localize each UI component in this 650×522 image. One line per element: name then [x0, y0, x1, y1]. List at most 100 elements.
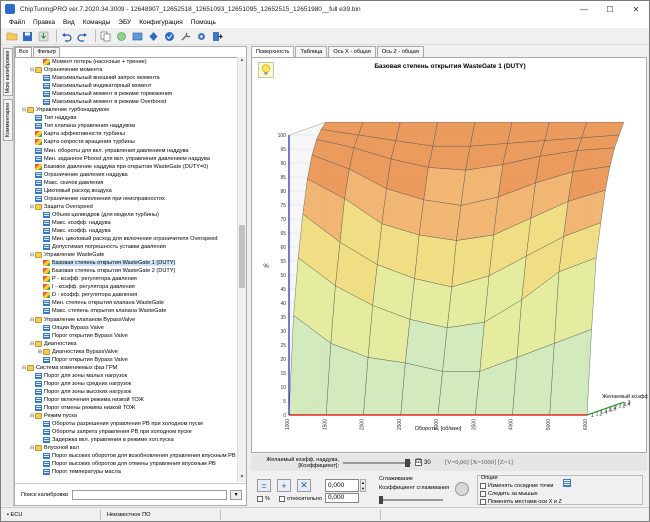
- tree-item[interactable]: Мин. заданное Pboost для вкл. управления…: [15, 155, 237, 163]
- apply-smoothing-button[interactable]: [455, 482, 469, 496]
- tree-item[interactable]: Тип наддува: [15, 114, 237, 122]
- tree-scrollbar[interactable]: ▲ ▼: [237, 57, 246, 482]
- compare-icon[interactable]: [115, 30, 128, 43]
- tree-item[interactable]: Максимальный момент в режиме Overboost: [15, 98, 237, 106]
- follow-mouse-checkbox[interactable]: [480, 491, 486, 497]
- smoothing-slider[interactable]: [379, 496, 443, 504]
- tree-item[interactable]: Макс. коэфф. наддува: [15, 219, 237, 227]
- tree-item[interactable]: D - коэфф. регулятора давления: [15, 291, 237, 299]
- tree-item[interactable]: Мин. обороты для вкл. управления давлени…: [15, 147, 237, 155]
- surface-chart[interactable]: Базовая степень открытия WasteGate 1 (DU…: [251, 57, 648, 454]
- tree-folder[interactable]: ⊟ Ограничение момента: [15, 66, 237, 74]
- tab-axis-z[interactable]: Ось Z - общая: [376, 46, 424, 57]
- copy-icon[interactable]: [99, 30, 112, 43]
- menu-view[interactable]: Вид: [59, 19, 79, 26]
- tree-item[interactable]: Задержка вкл. управления в режиме хол.пу…: [15, 436, 237, 444]
- menu-edit[interactable]: Правка: [29, 19, 59, 26]
- tree-item[interactable]: Базовое давление наддува при открытом Wa…: [15, 163, 237, 171]
- download-icon[interactable]: [37, 30, 50, 43]
- menu-commands[interactable]: Команды: [79, 19, 115, 26]
- tree-item[interactable]: Максимальный внешний запрос момента: [15, 74, 237, 82]
- menu-help[interactable]: Помощь: [187, 19, 220, 26]
- tree-folder[interactable]: ⊟ Диагностика: [15, 340, 237, 348]
- tree-item[interactable]: Тип клапана управления наддувом: [15, 122, 237, 130]
- tab-comments[interactable]: Комментарии: [3, 99, 13, 141]
- tree-folder[interactable]: ⊟ Управление клапаном BypassValve: [15, 316, 237, 324]
- tree-folder[interactable]: ⊟ Впускной вал: [15, 444, 237, 452]
- tree-item[interactable]: Карта эффективности турбины: [15, 130, 237, 138]
- tree-item[interactable]: Макс. степень открытия клапана WasteGate: [15, 307, 237, 315]
- tree-folder[interactable]: ⊟ Управление турбонаддувом: [15, 106, 237, 114]
- tree-item[interactable]: Момент потерь (насосные + трение): [15, 58, 237, 66]
- value-spinner[interactable]: ▲ ▼: [360, 479, 366, 492]
- tree-item[interactable]: Максимальный индикаторный момент: [15, 82, 237, 90]
- tree-folder[interactable]: ⊟ Режим пуска: [15, 412, 237, 420]
- scroll-up-icon[interactable]: ▲: [238, 57, 246, 65]
- tree-item[interactable]: Обороты запрета управления РВ при холодн…: [15, 428, 237, 436]
- edit-value-input[interactable]: 0,000: [325, 479, 359, 492]
- tree-item[interactable]: Ограничение давления наддува: [15, 171, 237, 179]
- tree-item[interactable]: Базовая степень открытия WasteGate 2 (DU…: [15, 267, 237, 275]
- tree-item[interactable]: Порог высоких оборотов для отмены управл…: [15, 460, 237, 468]
- tree-item[interactable]: Обороты разрешения управления РВ при хол…: [15, 420, 237, 428]
- checksum-icon[interactable]: [163, 30, 176, 43]
- tree-item[interactable]: Порог открытия Bypass Valve: [15, 332, 237, 340]
- tree-item[interactable]: Карта скорости вращения турбины: [15, 138, 237, 146]
- tab-all[interactable]: Все: [15, 47, 33, 57]
- tree-item[interactable]: Базовая степень открытия WasteGate 1 (DU…: [15, 259, 237, 267]
- tree-item[interactable]: Объем цилиндров (для модели турбины): [15, 211, 237, 219]
- tree-item[interactable]: Макс. коэфф. наддува: [15, 227, 237, 235]
- tree-item[interactable]: Порог для зоны средних нагрузок: [15, 380, 237, 388]
- tab-filter[interactable]: Фильтр: [33, 47, 60, 57]
- tab-axis-x[interactable]: Ось X - общая: [328, 46, 376, 57]
- tree-item[interactable]: Цикловый расход воздуха: [15, 187, 237, 195]
- exit-icon[interactable]: [211, 30, 224, 43]
- menu-file[interactable]: Файл: [5, 19, 29, 26]
- tree-item[interactable]: Допустимая погрешность уставки давления: [15, 243, 237, 251]
- ecu-icon[interactable]: [131, 30, 144, 43]
- search-dropdown-icon[interactable]: ▾: [230, 489, 243, 500]
- tree-item[interactable]: Максимальный момент в режиме торможения: [15, 90, 237, 98]
- minimize-button[interactable]: —: [571, 1, 597, 17]
- tree-folder[interactable]: ⊟ Защита Overspeed: [15, 203, 237, 211]
- scroll-thumb[interactable]: [239, 225, 245, 288]
- percent-checkbox[interactable]: [257, 496, 263, 502]
- tab-table[interactable]: Таблица: [295, 46, 328, 57]
- scroll-down-icon[interactable]: ▼: [238, 474, 246, 482]
- close-button[interactable]: ✕: [623, 1, 649, 17]
- tree-item[interactable]: Порог для зоны высоких нагрузок: [15, 388, 237, 396]
- open-file-icon[interactable]: [5, 30, 18, 43]
- relative-checkbox[interactable]: [279, 496, 285, 502]
- tree-item[interactable]: Порог отмены режима низкой ТОЖ: [15, 404, 237, 412]
- menu-ecu[interactable]: ЭБУ: [114, 19, 135, 26]
- redo-icon[interactable]: [76, 30, 89, 43]
- tree-item[interactable]: Макс. скачок давления: [15, 179, 237, 187]
- tree-item[interactable]: P - коэфф. регулятора давления: [15, 275, 237, 283]
- undo-icon[interactable]: [60, 30, 73, 43]
- tree-item[interactable]: Мин. степень открытия клапана WasteGate: [15, 299, 237, 307]
- adjacent-points-checkbox[interactable]: [480, 483, 486, 489]
- tree-folder[interactable]: ⊞ Диагностика BypassValve: [15, 348, 237, 356]
- smoothing-knob[interactable]: [379, 496, 383, 504]
- tab-my-calibrations[interactable]: Мою калибровки: [3, 48, 13, 96]
- swap-axes-checkbox[interactable]: [480, 499, 486, 505]
- tree-item[interactable]: I - коэфф. регулятора давления: [15, 283, 237, 291]
- surface-plot[interactable]: 0 5 10 15 20 25 30 35 40 45 50 55 60 65 70 75 80 85 90 95 10…: [252, 58, 648, 454]
- tree-item[interactable]: Порог открытия Bypass Valve: [15, 356, 237, 364]
- navigate-icon[interactable]: [147, 30, 160, 43]
- settings-icon[interactable]: [195, 30, 208, 43]
- maximize-button[interactable]: ☐: [597, 1, 623, 17]
- tree-item[interactable]: Порог высоких оборотов для возобновления…: [15, 452, 237, 460]
- wrench-icon[interactable]: [179, 30, 192, 43]
- multiply-button[interactable]: ✕: [297, 479, 311, 492]
- param-checkbox[interactable]: ☑: [415, 459, 422, 466]
- equals-button[interactable]: =: [257, 479, 271, 492]
- param-slider-knob[interactable]: [405, 458, 410, 467]
- search-input[interactable]: [72, 489, 228, 500]
- add-button[interactable]: +: [277, 479, 291, 492]
- tree-item[interactable]: Ограничение наполнения при неисправностя…: [15, 195, 237, 203]
- menu-configuration[interactable]: Конфигурация: [135, 19, 187, 26]
- tab-surface[interactable]: Поверхность: [251, 46, 295, 57]
- save-file-icon[interactable]: [21, 30, 34, 43]
- relative-value-input[interactable]: 0,000: [325, 493, 359, 503]
